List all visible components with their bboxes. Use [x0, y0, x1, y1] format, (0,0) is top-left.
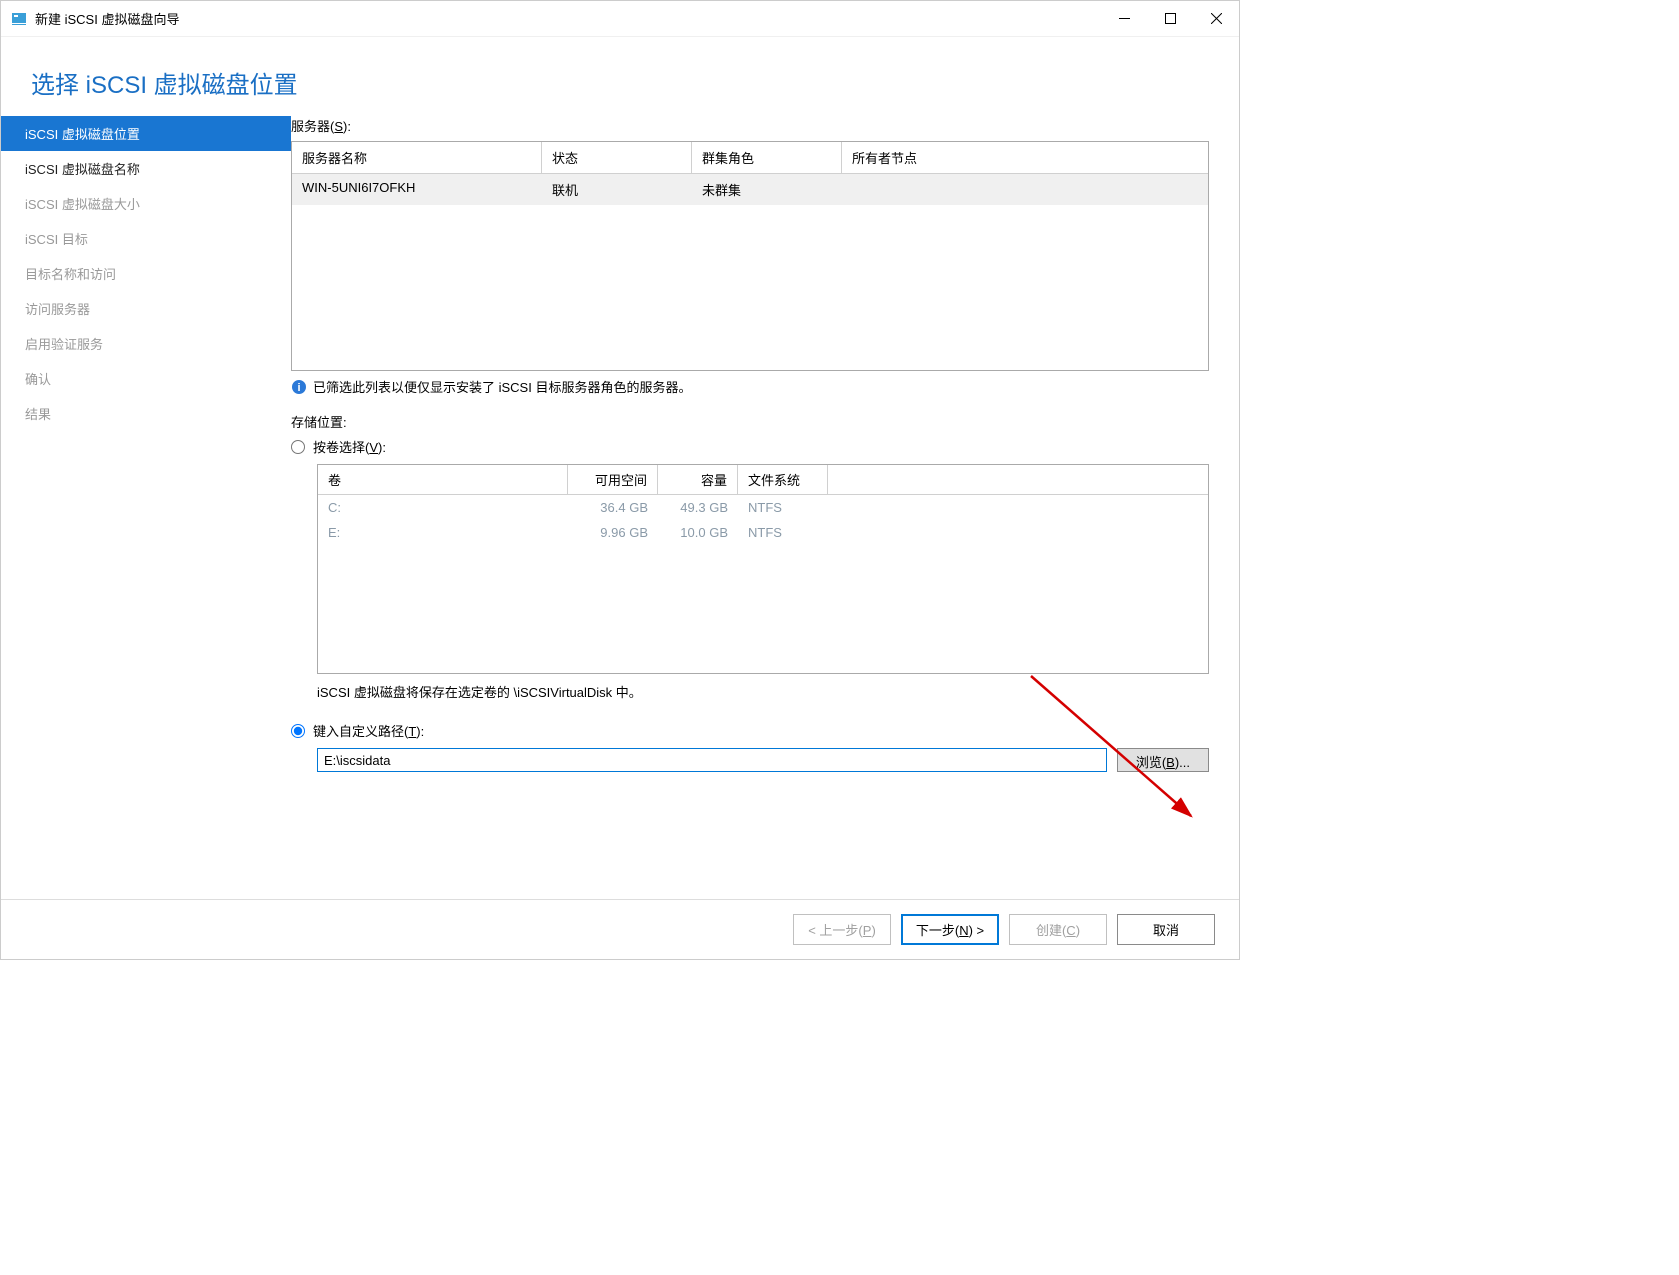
maximize-button[interactable] — [1147, 1, 1193, 37]
browse-button[interactable]: 浏览(B)... — [1117, 748, 1209, 772]
main-content: 服务器(S): 服务器名称 状态 群集角色 所有者节点 WIN-5UNI6I7O… — [291, 116, 1239, 899]
previous-button: < 上一步(P) — [793, 914, 891, 945]
nav-step-auth: 启用验证服务 — [1, 326, 291, 361]
server-owner-cell — [842, 174, 1208, 205]
col-capacity[interactable]: 容量 — [658, 465, 738, 494]
radio-custom-path[interactable]: 键入自定义路径(T): — [291, 721, 1209, 740]
vol-e-fs: NTFS — [738, 520, 828, 545]
col-filesystem[interactable]: 文件系统 — [738, 465, 828, 494]
server-row[interactable]: WIN-5UNI6I7OFKH 联机 未群集 — [292, 174, 1208, 205]
radio-by-volume-input[interactable] — [291, 440, 305, 454]
wizard-window: 新建 iSCSI 虚拟磁盘向导 选择 iSCSI 虚拟磁盘位置 iSCSI 虚拟… — [0, 0, 1240, 960]
col-server-owner[interactable]: 所有者节点 — [842, 142, 1208, 173]
volume-row-c[interactable]: C: 36.4 GB 49.3 GB NTFS — [318, 495, 1208, 520]
info-text: 已筛选此列表以便仅显示安装了 iSCSI 目标服务器角色的服务器。 — [313, 377, 691, 396]
volume-table[interactable]: 卷 可用空间 容量 文件系统 C: 36.4 GB 49.3 GB NTFS E… — [317, 464, 1209, 674]
radio-by-volume-label: 按卷选择(V): — [313, 437, 386, 456]
vol-c-cap: 49.3 GB — [658, 495, 738, 520]
svg-text:i: i — [297, 382, 300, 394]
vol-c-name: C: — [318, 495, 568, 520]
vol-c-free: 36.4 GB — [568, 495, 658, 520]
nav-step-access: 访问服务器 — [1, 291, 291, 326]
nav-step-target-name: 目标名称和访问 — [1, 256, 291, 291]
server-name-cell: WIN-5UNI6I7OFKH — [292, 174, 542, 205]
nav-sidebar: iSCSI 虚拟磁盘位置 iSCSI 虚拟磁盘名称 iSCSI 虚拟磁盘大小 i… — [1, 116, 291, 899]
vol-e-cap: 10.0 GB — [658, 520, 738, 545]
titlebar: 新建 iSCSI 虚拟磁盘向导 — [1, 1, 1239, 37]
next-button[interactable]: 下一步(N) > — [901, 914, 999, 945]
nav-step-target: iSCSI 目标 — [1, 221, 291, 256]
vol-e-free: 9.96 GB — [568, 520, 658, 545]
server-status-cell: 联机 — [542, 174, 692, 205]
info-icon: i — [291, 379, 307, 395]
server-table-header: 服务器名称 状态 群集角色 所有者节点 — [292, 142, 1208, 174]
col-volume[interactable]: 卷 — [318, 465, 568, 494]
window-title: 新建 iSCSI 虚拟磁盘向导 — [35, 9, 1101, 28]
radio-custom-path-label: 键入自定义路径(T): — [313, 721, 424, 740]
page-title: 选择 iSCSI 虚拟磁盘位置 — [31, 65, 1209, 100]
cancel-button[interactable]: 取消 — [1117, 914, 1215, 945]
window-controls — [1101, 1, 1239, 37]
custom-path-input[interactable] — [317, 748, 1107, 772]
volume-header: 卷 可用空间 容量 文件系统 — [318, 465, 1208, 495]
col-server-status[interactable]: 状态 — [542, 142, 692, 173]
body: iSCSI 虚拟磁盘位置 iSCSI 虚拟磁盘名称 iSCSI 虚拟磁盘大小 i… — [1, 116, 1239, 899]
col-server-name[interactable]: 服务器名称 — [292, 142, 542, 173]
radio-custom-path-input[interactable] — [291, 724, 305, 738]
header-section: 选择 iSCSI 虚拟磁盘位置 — [1, 37, 1239, 116]
nav-step-size: iSCSI 虚拟磁盘大小 — [1, 186, 291, 221]
custom-path-row: 浏览(B)... — [317, 748, 1209, 772]
vol-e-name: E: — [318, 520, 568, 545]
col-server-role[interactable]: 群集角色 — [692, 142, 842, 173]
radio-by-volume[interactable]: 按卷选择(V): — [291, 437, 1209, 456]
col-spacer — [828, 465, 1208, 494]
create-button: 创建(C) — [1009, 914, 1107, 945]
server-label: 服务器(S): — [291, 116, 1209, 135]
storage-label: 存储位置: — [291, 412, 1209, 431]
minimize-button[interactable] — [1101, 1, 1147, 37]
info-row: i 已筛选此列表以便仅显示安装了 iSCSI 目标服务器角色的服务器。 — [291, 377, 1209, 396]
nav-step-location[interactable]: iSCSI 虚拟磁盘位置 — [1, 116, 291, 151]
server-role-cell: 未群集 — [692, 174, 842, 205]
app-icon — [11, 11, 27, 27]
col-free[interactable]: 可用空间 — [568, 465, 658, 494]
nav-step-result: 结果 — [1, 396, 291, 431]
vol-c-fs: NTFS — [738, 495, 828, 520]
nav-step-name[interactable]: iSCSI 虚拟磁盘名称 — [1, 151, 291, 186]
volume-note: iSCSI 虚拟磁盘将保存在选定卷的 \iSCSIVirtualDisk 中。 — [317, 682, 1209, 701]
footer: < 上一步(P) 下一步(N) > 创建(C) 取消 — [1, 899, 1239, 959]
volume-row-e[interactable]: E: 9.96 GB 10.0 GB NTFS — [318, 520, 1208, 545]
server-table[interactable]: 服务器名称 状态 群集角色 所有者节点 WIN-5UNI6I7OFKH 联机 未… — [291, 141, 1209, 371]
close-button[interactable] — [1193, 1, 1239, 37]
nav-step-confirm: 确认 — [1, 361, 291, 396]
